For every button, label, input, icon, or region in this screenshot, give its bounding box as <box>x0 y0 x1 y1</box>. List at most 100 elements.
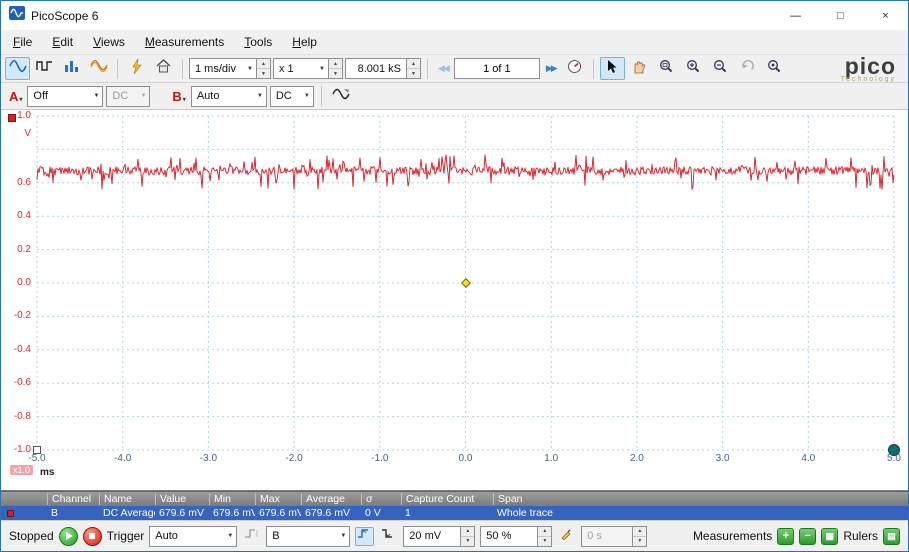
zoom-factor-spinner[interactable]: ▲ ▼ <box>329 58 343 79</box>
menu-help[interactable]: Help <box>282 31 327 53</box>
channel-toolbar: A ▾ Off ▼ DC ▼ B ▾ Auto ▼ DC ▼ <box>1 83 908 110</box>
measurement-row[interactable]: B DC Average 679.6 mV 679.6 mV 679.6 mV … <box>1 506 908 520</box>
dual-wave-icon <box>89 59 108 78</box>
y-axis-tick: -0.4 <box>13 343 31 355</box>
col-min: Min <box>209 493 255 505</box>
buffer-indicator[interactable]: 1 of 1 <box>453 58 540 79</box>
zoom-out-button[interactable] <box>708 57 733 80</box>
channel-a-label[interactable]: A ▾ <box>7 89 24 104</box>
ruler-icon: ▤ <box>887 530 896 541</box>
sample-count-spinner[interactable]: ▲ ▼ <box>407 58 421 79</box>
scope-plot[interactable]: 1.0 0.6 0.4 0.2 0.0 -0.2 -0.4 -0.6 -0.8 -1.0 V -5.0… <box>9 110 901 478</box>
zoom-full-button[interactable] <box>762 57 787 80</box>
menu-tools[interactable]: Tools <box>234 31 282 53</box>
spin-down-icon[interactable]: ▼ <box>329 68 342 78</box>
timebase-select[interactable]: 1 ms/div ▼ <box>189 58 257 79</box>
channel-b-range-select[interactable]: Auto ▼ <box>190 85 267 107</box>
sample-count-field[interactable]: 8.001 kS <box>345 58 407 79</box>
spin-up-icon[interactable]: ▲ <box>329 59 342 68</box>
add-measurement-button[interactable]: + <box>777 527 795 545</box>
col-average: Average <box>301 493 361 505</box>
x-axis-tick: 3.0 <box>715 453 730 464</box>
undo-zoom-button[interactable] <box>735 57 760 80</box>
play-icon <box>65 532 73 540</box>
scope-view-button[interactable] <box>5 57 30 80</box>
spectrum-view-button[interactable] <box>59 57 84 80</box>
menu-edit[interactable]: Edit <box>42 31 83 53</box>
next-buffer-button[interactable]: ▶▶ <box>542 63 560 74</box>
channel-a-range-value: Off <box>33 90 48 102</box>
y-axis-tick: -0.6 <box>13 377 31 389</box>
rulers-settings-button[interactable]: ▤ <box>883 527 900 545</box>
home-view-button[interactable] <box>151 57 176 80</box>
rising-edge-button[interactable] <box>355 526 375 546</box>
col-name: Name <box>99 493 155 505</box>
advanced-trigger-button[interactable] <box>242 527 261 546</box>
spin-up-icon[interactable]: ▲ <box>538 526 552 536</box>
hand-icon <box>632 59 646 79</box>
channel-b-label[interactable]: B ▾ <box>170 89 187 104</box>
col-capture-count: Capture Count <box>401 493 493 505</box>
spin-up-icon: ▲ <box>633 526 647 536</box>
stop-capture-button[interactable] <box>82 526 102 546</box>
trigger-threshold-spinner[interactable]: ▲ ▼ <box>461 525 476 547</box>
cell-channel: B <box>51 507 59 519</box>
menu-views[interactable]: Views <box>83 31 135 53</box>
marquee-zoom-button[interactable] <box>654 57 679 80</box>
falling-edge-button[interactable] <box>379 527 398 546</box>
chevron-down-icon: ▼ <box>303 93 310 99</box>
spin-down-icon[interactable]: ▼ <box>407 68 420 78</box>
pan-tool-button[interactable] <box>627 57 652 80</box>
channel-b-coupling-select[interactable]: DC ▼ <box>269 85 314 107</box>
title-bar[interactable]: PicoScope 6 — □ × <box>1 1 908 30</box>
spin-down-icon[interactable]: ▼ <box>538 535 552 546</box>
persistence-view-button[interactable] <box>32 57 57 80</box>
maximize-button[interactable]: □ <box>818 1 863 30</box>
buffer-overview-button[interactable] <box>562 57 587 80</box>
pre-trigger-field[interactable]: 50 % <box>480 525 539 547</box>
trigger-time-button[interactable] <box>557 527 576 546</box>
trigger-source-value: B <box>272 530 280 542</box>
menu-file[interactable]: File <box>3 31 42 53</box>
timebase-spinner[interactable]: ▲ ▼ <box>257 58 271 79</box>
trigger-mode-select[interactable]: Auto ▼ <box>149 525 238 547</box>
awg-button[interactable] <box>329 85 354 108</box>
channel-a-coupling-value: DC <box>112 90 129 102</box>
spin-up-icon[interactable]: ▲ <box>461 526 475 536</box>
channel-a-range-select[interactable]: Off ▼ <box>27 85 104 107</box>
y-axis-unit: V <box>24 128 31 140</box>
toolbar-separator <box>117 58 118 79</box>
spin-down-icon[interactable]: ▼ <box>257 68 270 78</box>
start-capture-button[interactable] <box>58 526 78 546</box>
close-button[interactable]: × <box>863 1 908 30</box>
col-value: Value <box>155 493 209 505</box>
spin-up-icon[interactable]: ▲ <box>257 59 270 68</box>
sine-wave-icon <box>8 59 27 78</box>
trigger-threshold-field[interactable]: 20 mV <box>403 525 462 547</box>
remove-measurement-button[interactable]: − <box>799 527 817 545</box>
pointer-tool-button[interactable] <box>599 57 625 80</box>
zoom-in-button[interactable] <box>681 57 706 80</box>
prev-buffer-button[interactable]: ◀◀ <box>434 63 452 74</box>
y-axis-tick: 0.0 <box>17 276 31 288</box>
connect-device-button[interactable] <box>124 57 149 80</box>
scope-display[interactable]: 1.0 0.6 0.4 0.2 0.0 -0.2 -0.4 -0.6 -0.8 -1.0 V -5.0… <box>1 110 908 491</box>
pre-trigger-spinner[interactable]: ▲ ▼ <box>538 525 553 547</box>
trigger-source-select[interactable]: B ▼ <box>266 525 351 547</box>
measurements-table: Channel Name Value Min Max Average σ Cap… <box>1 491 908 520</box>
pico-logo-text: pico <box>844 52 896 79</box>
x-axis-tick: -3.0 <box>199 453 218 464</box>
chevron-down-icon: ▼ <box>319 65 325 72</box>
zoom-factor-select[interactable]: x 1 ▼ <box>273 58 329 79</box>
minimize-button[interactable]: — <box>773 1 818 30</box>
cell-average: 679.6 mV <box>305 507 350 519</box>
grid-icon: ▦ <box>825 530 835 541</box>
menu-measurements[interactable]: Measurements <box>135 31 234 53</box>
xy-view-button[interactable] <box>86 57 111 80</box>
toolbar-separator <box>592 58 594 79</box>
edit-measurement-button[interactable]: ▦ <box>821 527 839 545</box>
toolbar-separator <box>320 86 322 106</box>
spin-up-icon[interactable]: ▲ <box>407 59 420 68</box>
channel-b-axis-indicator[interactable] <box>8 114 16 122</box>
spin-down-icon[interactable]: ▼ <box>461 535 475 546</box>
